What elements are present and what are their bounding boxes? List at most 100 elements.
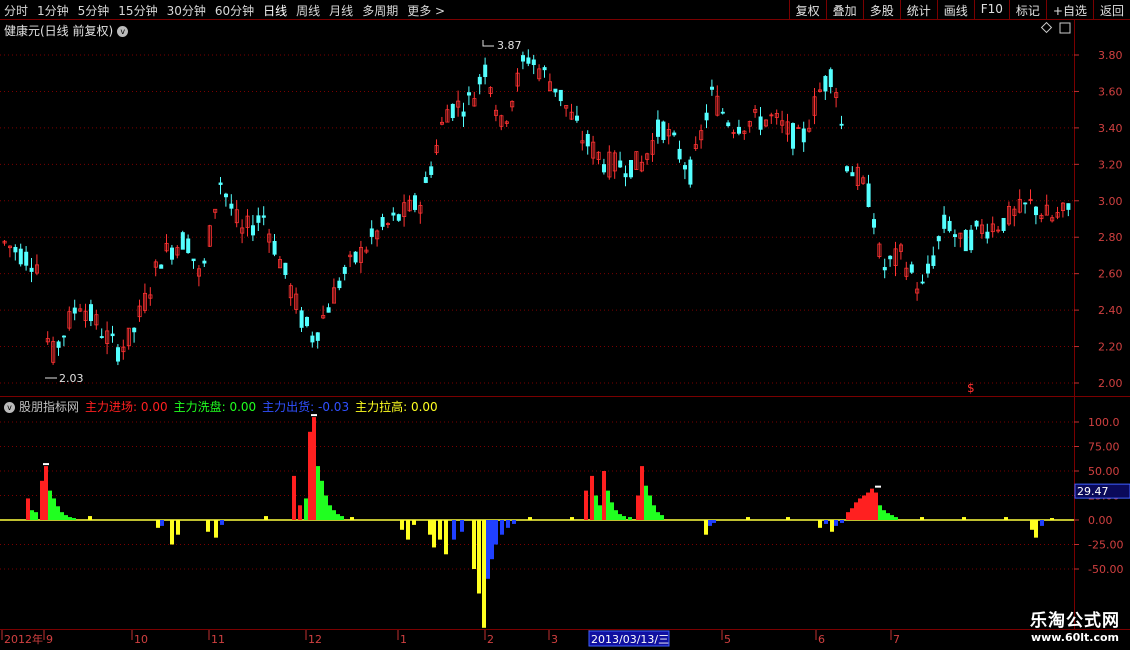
candle-body [737, 126, 742, 134]
indicator-bar [862, 495, 866, 520]
date-axis-label: 11 [211, 633, 225, 646]
candle-body [304, 316, 309, 327]
indicator-bar [622, 516, 626, 520]
candle-body [710, 86, 715, 90]
candle-body [56, 341, 61, 348]
indicator-bar [30, 510, 34, 520]
indicator-legend-item: 主力洗盘: 0.00 [173, 400, 257, 414]
candle-body [758, 116, 763, 130]
indicator-bar [824, 520, 828, 524]
indicator-bar [840, 520, 844, 523]
indicator-bar [220, 520, 224, 525]
candle-body [823, 76, 828, 92]
indicator-bar [292, 475, 296, 520]
candle-body [672, 132, 677, 136]
price-axis-label: 3.60 [1098, 85, 1123, 98]
candle-body [866, 183, 871, 208]
candle-body [585, 134, 590, 147]
indicator-bar [34, 512, 38, 520]
indicator-bar [214, 520, 218, 538]
event-marker: $ [967, 381, 975, 395]
indicator-bar [156, 520, 160, 528]
indicator-bar [618, 514, 622, 520]
candle-body [629, 159, 634, 178]
indicator-bar [500, 520, 504, 535]
peak-marker [43, 463, 49, 466]
indicator-legend-item: 主力拉高: 0.00 [355, 400, 438, 414]
indicator-axis-label: 100.0 [1088, 416, 1120, 429]
indicator-bar [68, 517, 72, 520]
indicator-bar [460, 520, 464, 532]
indicator-bar [830, 520, 834, 532]
indicator-bar [818, 520, 822, 528]
chevron-down-icon[interactable]: v [117, 26, 129, 37]
candle-body [656, 119, 661, 137]
indicator-bar [594, 495, 598, 520]
candle-body [1001, 217, 1006, 231]
candle-body [801, 128, 806, 143]
indicator-bar [170, 520, 174, 545]
candle-body [542, 67, 547, 71]
candle-body [483, 64, 488, 78]
indicator-bar [786, 517, 790, 520]
current-value-label: 29.47 [1077, 485, 1109, 498]
candle-body [116, 347, 121, 362]
candle-body [62, 335, 67, 338]
price-axis-label: 3.40 [1098, 122, 1123, 135]
indicator-bar [704, 520, 708, 535]
candle-body [186, 238, 191, 254]
indicator-bar [894, 517, 898, 520]
indicator-bar [920, 517, 924, 520]
indicator-axis-label: 75.00 [1088, 441, 1120, 454]
date-axis-label: 5 [724, 633, 731, 646]
candle-body [845, 166, 850, 172]
chevron-down-icon[interactable]: v [4, 402, 15, 413]
indicator-bar [444, 520, 448, 555]
indicator-bar [308, 431, 312, 520]
stock-chart[interactable]: 3.80 3.60 3.40 3.20 3.00 2.80 2.60 2.40 2.20 2.00… [0, 0, 1130, 650]
candle-body [688, 159, 693, 185]
indicator-legend-item: 主力进场: 0.00 [85, 400, 168, 414]
indicator-bar [712, 520, 716, 523]
indicator-bar [656, 512, 660, 520]
indicator-bar [606, 490, 610, 520]
candle-body [947, 220, 952, 232]
indicator-bar [328, 505, 332, 520]
candle-body [310, 335, 315, 343]
indicator-bar [160, 520, 164, 526]
candle-body [18, 248, 23, 265]
candle-body [89, 304, 94, 322]
candle-body [477, 76, 482, 85]
indicator-legend-item: 主力出货: -0.03 [262, 400, 350, 414]
indicator-bar [886, 513, 890, 520]
candle-body [353, 251, 358, 263]
candle-body [558, 89, 563, 102]
date-axis-label: 2012年 [4, 632, 43, 646]
indicator-bar [746, 517, 750, 520]
candle-body [99, 336, 104, 338]
price-axis-label: 3.80 [1098, 49, 1123, 62]
indicator-bar [1034, 520, 1038, 538]
date-axis-label: 3 [551, 633, 558, 646]
indicator-axis-label: -50.00 [1088, 563, 1123, 576]
candle-body [931, 255, 936, 266]
indicator-bar [590, 475, 594, 520]
candle-body [909, 264, 914, 273]
candle-body [337, 280, 342, 289]
indicator-bar [60, 512, 64, 520]
candle-body [380, 217, 385, 227]
date-axis-label: 10 [134, 633, 148, 646]
candle-body [531, 59, 536, 66]
indicator-bar [512, 520, 516, 524]
candle-body [412, 195, 417, 210]
indicator-bar [320, 480, 324, 520]
indicator-bar [88, 516, 92, 520]
candle-body [299, 310, 304, 328]
indicator-bar [602, 471, 606, 520]
price-axis-label: 2.80 [1098, 231, 1123, 244]
indicator-bar [610, 502, 614, 520]
indicator-bar [52, 498, 56, 520]
watermark-title: 乐淘公式网 [1030, 611, 1120, 631]
candle-body [850, 172, 855, 177]
indicator-axis-label: -25.00 [1088, 539, 1123, 552]
